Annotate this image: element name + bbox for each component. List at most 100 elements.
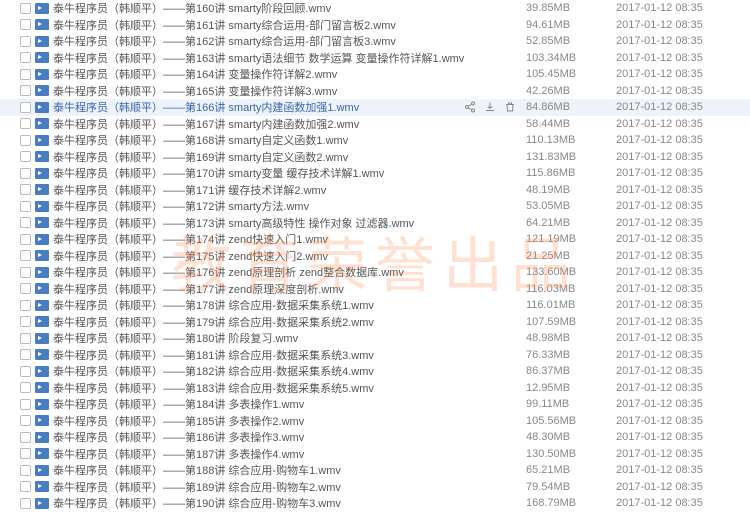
file-date: 2017-01-12 08:35 bbox=[616, 398, 746, 410]
row-checkbox[interactable] bbox=[20, 184, 31, 195]
file-name[interactable]: 泰牛程序员（韩顺平）——第166讲 smarty内建函数加强1.wmv bbox=[53, 99, 464, 115]
file-name[interactable]: 泰牛程序员（韩顺平）——第167讲 smarty内建函数加强2.wmv bbox=[53, 116, 526, 132]
row-checkbox[interactable] bbox=[20, 481, 31, 492]
row-checkbox[interactable] bbox=[20, 217, 31, 228]
file-name[interactable]: 泰牛程序员（韩顺平）——第186讲 多表操作3.wmv bbox=[53, 429, 526, 445]
row-checkbox[interactable] bbox=[20, 19, 31, 30]
video-file-icon bbox=[35, 382, 49, 393]
row-checkbox[interactable] bbox=[20, 415, 31, 426]
file-name[interactable]: 泰牛程序员（韩顺平）——第189讲 综合应用-购物车2.wmv bbox=[53, 479, 526, 495]
file-row[interactable]: 泰牛程序员（韩顺平）——第167讲 smarty内建函数加强2.wmv 58.4… bbox=[0, 116, 750, 133]
row-checkbox[interactable] bbox=[20, 366, 31, 377]
file-name[interactable]: 泰牛程序员（韩顺平）——第187讲 多表操作4.wmv bbox=[53, 446, 526, 462]
file-name[interactable]: 泰牛程序员（韩顺平）——第163讲 smarty语法细节 数学运算 变量操作符详… bbox=[53, 50, 526, 66]
file-name[interactable]: 泰牛程序员（韩顺平）——第176讲 zend原理剖析 zend整合数据库.wmv bbox=[53, 264, 526, 280]
file-row[interactable]: 泰牛程序员（韩顺平）——第178讲 综合应用-数据采集系统1.wmv 116.0… bbox=[0, 297, 750, 314]
file-row[interactable]: 泰牛程序员（韩顺平）——第163讲 smarty语法细节 数学运算 变量操作符详… bbox=[0, 50, 750, 67]
file-row[interactable]: 泰牛程序员（韩顺平）——第175讲 zend快速入门2.wmv 21.25MB … bbox=[0, 248, 750, 265]
file-name[interactable]: 泰牛程序员（韩顺平）——第168讲 smarty自定义函数1.wmv bbox=[53, 132, 526, 148]
file-name[interactable]: 泰牛程序员（韩顺平）——第172讲 smarty方法.wmv bbox=[53, 198, 526, 214]
row-checkbox[interactable] bbox=[20, 465, 31, 476]
file-row[interactable]: 泰牛程序员（韩顺平）——第161讲 smarty综合运用-部门留言板2.wmv … bbox=[0, 17, 750, 34]
row-checkbox[interactable] bbox=[20, 69, 31, 80]
file-name[interactable]: 泰牛程序员（韩顺平）——第162讲 smarty综合运用-部门留言板3.wmv bbox=[53, 33, 526, 49]
row-checkbox[interactable] bbox=[20, 135, 31, 146]
file-row[interactable]: 泰牛程序员（韩顺平）——第170讲 smarty变量 缓存技术详解1.wmv 1… bbox=[0, 165, 750, 182]
file-name[interactable]: 泰牛程序员（韩顺平）——第177讲 zend原理深度剖析.wmv bbox=[53, 281, 526, 297]
file-name[interactable]: 泰牛程序员（韩顺平）——第169讲 smarty自定义函数2.wmv bbox=[53, 149, 526, 165]
file-name[interactable]: 泰牛程序员（韩顺平）——第171讲 缓存技术详解2.wmv bbox=[53, 182, 526, 198]
file-name[interactable]: 泰牛程序员（韩顺平）——第175讲 zend快速入门2.wmv bbox=[53, 248, 526, 264]
file-row[interactable]: 泰牛程序员（韩顺平）——第176讲 zend原理剖析 zend整合数据库.wmv… bbox=[0, 264, 750, 281]
video-file-icon bbox=[35, 415, 49, 426]
row-checkbox[interactable] bbox=[20, 168, 31, 179]
row-checkbox[interactable] bbox=[20, 250, 31, 261]
file-name[interactable]: 泰牛程序员（韩顺平）——第173讲 smarty高级特性 操作对象 过滤器.wm… bbox=[53, 215, 526, 231]
file-row[interactable]: 泰牛程序员（韩顺平）——第164讲 变量操作符详解2.wmv 105.45MB … bbox=[0, 66, 750, 83]
file-row[interactable]: 泰牛程序员（韩顺平）——第177讲 zend原理深度剖析.wmv 116.03M… bbox=[0, 281, 750, 298]
file-row[interactable]: 泰牛程序员（韩顺平）——第189讲 综合应用-购物车2.wmv 79.54MB … bbox=[0, 479, 750, 496]
file-row[interactable]: 泰牛程序员（韩顺平）——第187讲 多表操作4.wmv 130.50MB 201… bbox=[0, 446, 750, 463]
row-checkbox[interactable] bbox=[20, 85, 31, 96]
file-size: 21.25MB bbox=[526, 250, 616, 262]
row-checkbox[interactable] bbox=[20, 234, 31, 245]
file-name[interactable]: 泰牛程序员（韩顺平）——第178讲 综合应用-数据采集系统1.wmv bbox=[53, 297, 526, 313]
file-name[interactable]: 泰牛程序员（韩顺平）——第183讲 综合应用-数据采集系统5.wmv bbox=[53, 380, 526, 396]
file-row[interactable]: 泰牛程序员（韩顺平）——第165讲 变量操作符详解3.wmv 42.26MB 2… bbox=[0, 83, 750, 100]
file-row[interactable]: 泰牛程序员（韩顺平）——第186讲 多表操作3.wmv 48.30MB 2017… bbox=[0, 429, 750, 446]
share-icon[interactable] bbox=[464, 101, 476, 113]
row-checkbox[interactable] bbox=[20, 498, 31, 509]
row-checkbox[interactable] bbox=[20, 52, 31, 63]
file-name[interactable]: 泰牛程序员（韩顺平）——第164讲 变量操作符详解2.wmv bbox=[53, 66, 526, 82]
row-checkbox[interactable] bbox=[20, 448, 31, 459]
row-checkbox[interactable] bbox=[20, 333, 31, 344]
file-row[interactable]: 泰牛程序员（韩顺平）——第182讲 综合应用-数据采集系统4.wmv 86.37… bbox=[0, 363, 750, 380]
file-row[interactable]: 泰牛程序员（韩顺平）——第181讲 综合应用-数据采集系统3.wmv 76.33… bbox=[0, 347, 750, 364]
file-row[interactable]: 泰牛程序员（韩顺平）——第162讲 smarty综合运用-部门留言板3.wmv … bbox=[0, 33, 750, 50]
file-row[interactable]: 泰牛程序员（韩顺平）——第179讲 综合应用-数据采集系统2.wmv 107.5… bbox=[0, 314, 750, 331]
row-checkbox[interactable] bbox=[20, 102, 31, 113]
file-name[interactable]: 泰牛程序员（韩顺平）——第165讲 变量操作符详解3.wmv bbox=[53, 83, 526, 99]
file-row[interactable]: 泰牛程序员（韩顺平）——第166讲 smarty内建函数加强1.wmv 84.8… bbox=[0, 99, 750, 116]
file-row[interactable]: 泰牛程序员（韩顺平）——第180讲 阶段复习.wmv 48.98MB 2017-… bbox=[0, 330, 750, 347]
file-name[interactable]: 泰牛程序员（韩顺平）——第180讲 阶段复习.wmv bbox=[53, 330, 526, 346]
row-checkbox[interactable] bbox=[20, 151, 31, 162]
row-checkbox[interactable] bbox=[20, 36, 31, 47]
download-icon[interactable] bbox=[484, 101, 496, 113]
row-checkbox[interactable] bbox=[20, 382, 31, 393]
file-row[interactable]: 泰牛程序员（韩顺平）——第160讲 smarty阶段回顾.wmv 39.85MB… bbox=[0, 0, 750, 17]
file-name[interactable]: 泰牛程序员（韩顺平）——第181讲 综合应用-数据采集系统3.wmv bbox=[53, 347, 526, 363]
file-name[interactable]: 泰牛程序员（韩顺平）——第170讲 smarty变量 缓存技术详解1.wmv bbox=[53, 165, 526, 181]
file-row[interactable]: 泰牛程序员（韩顺平）——第173讲 smarty高级特性 操作对象 过滤器.wm… bbox=[0, 215, 750, 232]
row-checkbox[interactable] bbox=[20, 399, 31, 410]
row-checkbox[interactable] bbox=[20, 283, 31, 294]
row-checkbox[interactable] bbox=[20, 267, 31, 278]
file-row[interactable]: 泰牛程序员（韩顺平）——第169讲 smarty自定义函数2.wmv 131.8… bbox=[0, 149, 750, 166]
file-name[interactable]: 泰牛程序员（韩顺平）——第185讲 多表操作2.wmv bbox=[53, 413, 526, 429]
file-name[interactable]: 泰牛程序员（韩顺平）——第188讲 综合应用-购物车1.wmv bbox=[53, 462, 526, 478]
file-row[interactable]: 泰牛程序员（韩顺平）——第190讲 综合应用-购物车3.wmv 168.79MB… bbox=[0, 495, 750, 512]
file-row[interactable]: 泰牛程序员（韩顺平）——第174讲 zend快速入门1.wmv 121.19MB… bbox=[0, 231, 750, 248]
row-checkbox[interactable] bbox=[20, 300, 31, 311]
file-row[interactable]: 泰牛程序员（韩顺平）——第172讲 smarty方法.wmv 53.05MB 2… bbox=[0, 198, 750, 215]
file-row[interactable]: 泰牛程序员（韩顺平）——第171讲 缓存技术详解2.wmv 48.19MB 20… bbox=[0, 182, 750, 199]
file-name[interactable]: 泰牛程序员（韩顺平）——第184讲 多表操作1.wmv bbox=[53, 396, 526, 412]
row-checkbox[interactable] bbox=[20, 201, 31, 212]
file-name[interactable]: 泰牛程序员（韩顺平）——第182讲 综合应用-数据采集系统4.wmv bbox=[53, 363, 526, 379]
row-checkbox[interactable] bbox=[20, 349, 31, 360]
file-row[interactable]: 泰牛程序员（韩顺平）——第185讲 多表操作2.wmv 105.56MB 201… bbox=[0, 413, 750, 430]
row-checkbox[interactable] bbox=[20, 3, 31, 14]
row-checkbox[interactable] bbox=[20, 316, 31, 327]
file-name[interactable]: 泰牛程序员（韩顺平）——第179讲 综合应用-数据采集系统2.wmv bbox=[53, 314, 526, 330]
row-checkbox[interactable] bbox=[20, 432, 31, 443]
file-row[interactable]: 泰牛程序员（韩顺平）——第168讲 smarty自定义函数1.wmv 110.1… bbox=[0, 132, 750, 149]
file-name[interactable]: 泰牛程序员（韩顺平）——第190讲 综合应用-购物车3.wmv bbox=[53, 495, 526, 511]
file-row[interactable]: 泰牛程序员（韩顺平）——第188讲 综合应用-购物车1.wmv 65.21MB … bbox=[0, 462, 750, 479]
file-name[interactable]: 泰牛程序员（韩顺平）——第160讲 smarty阶段回顾.wmv bbox=[53, 0, 526, 16]
file-row[interactable]: 泰牛程序员（韩顺平）——第183讲 综合应用-数据采集系统5.wmv 12.95… bbox=[0, 380, 750, 397]
row-checkbox[interactable] bbox=[20, 118, 31, 129]
file-name[interactable]: 泰牛程序员（韩顺平）——第174讲 zend快速入门1.wmv bbox=[53, 231, 526, 247]
file-row[interactable]: 泰牛程序员（韩顺平）——第184讲 多表操作1.wmv 99.11MB 2017… bbox=[0, 396, 750, 413]
delete-icon[interactable] bbox=[504, 101, 516, 113]
file-name[interactable]: 泰牛程序员（韩顺平）——第161讲 smarty综合运用-部门留言板2.wmv bbox=[53, 17, 526, 33]
